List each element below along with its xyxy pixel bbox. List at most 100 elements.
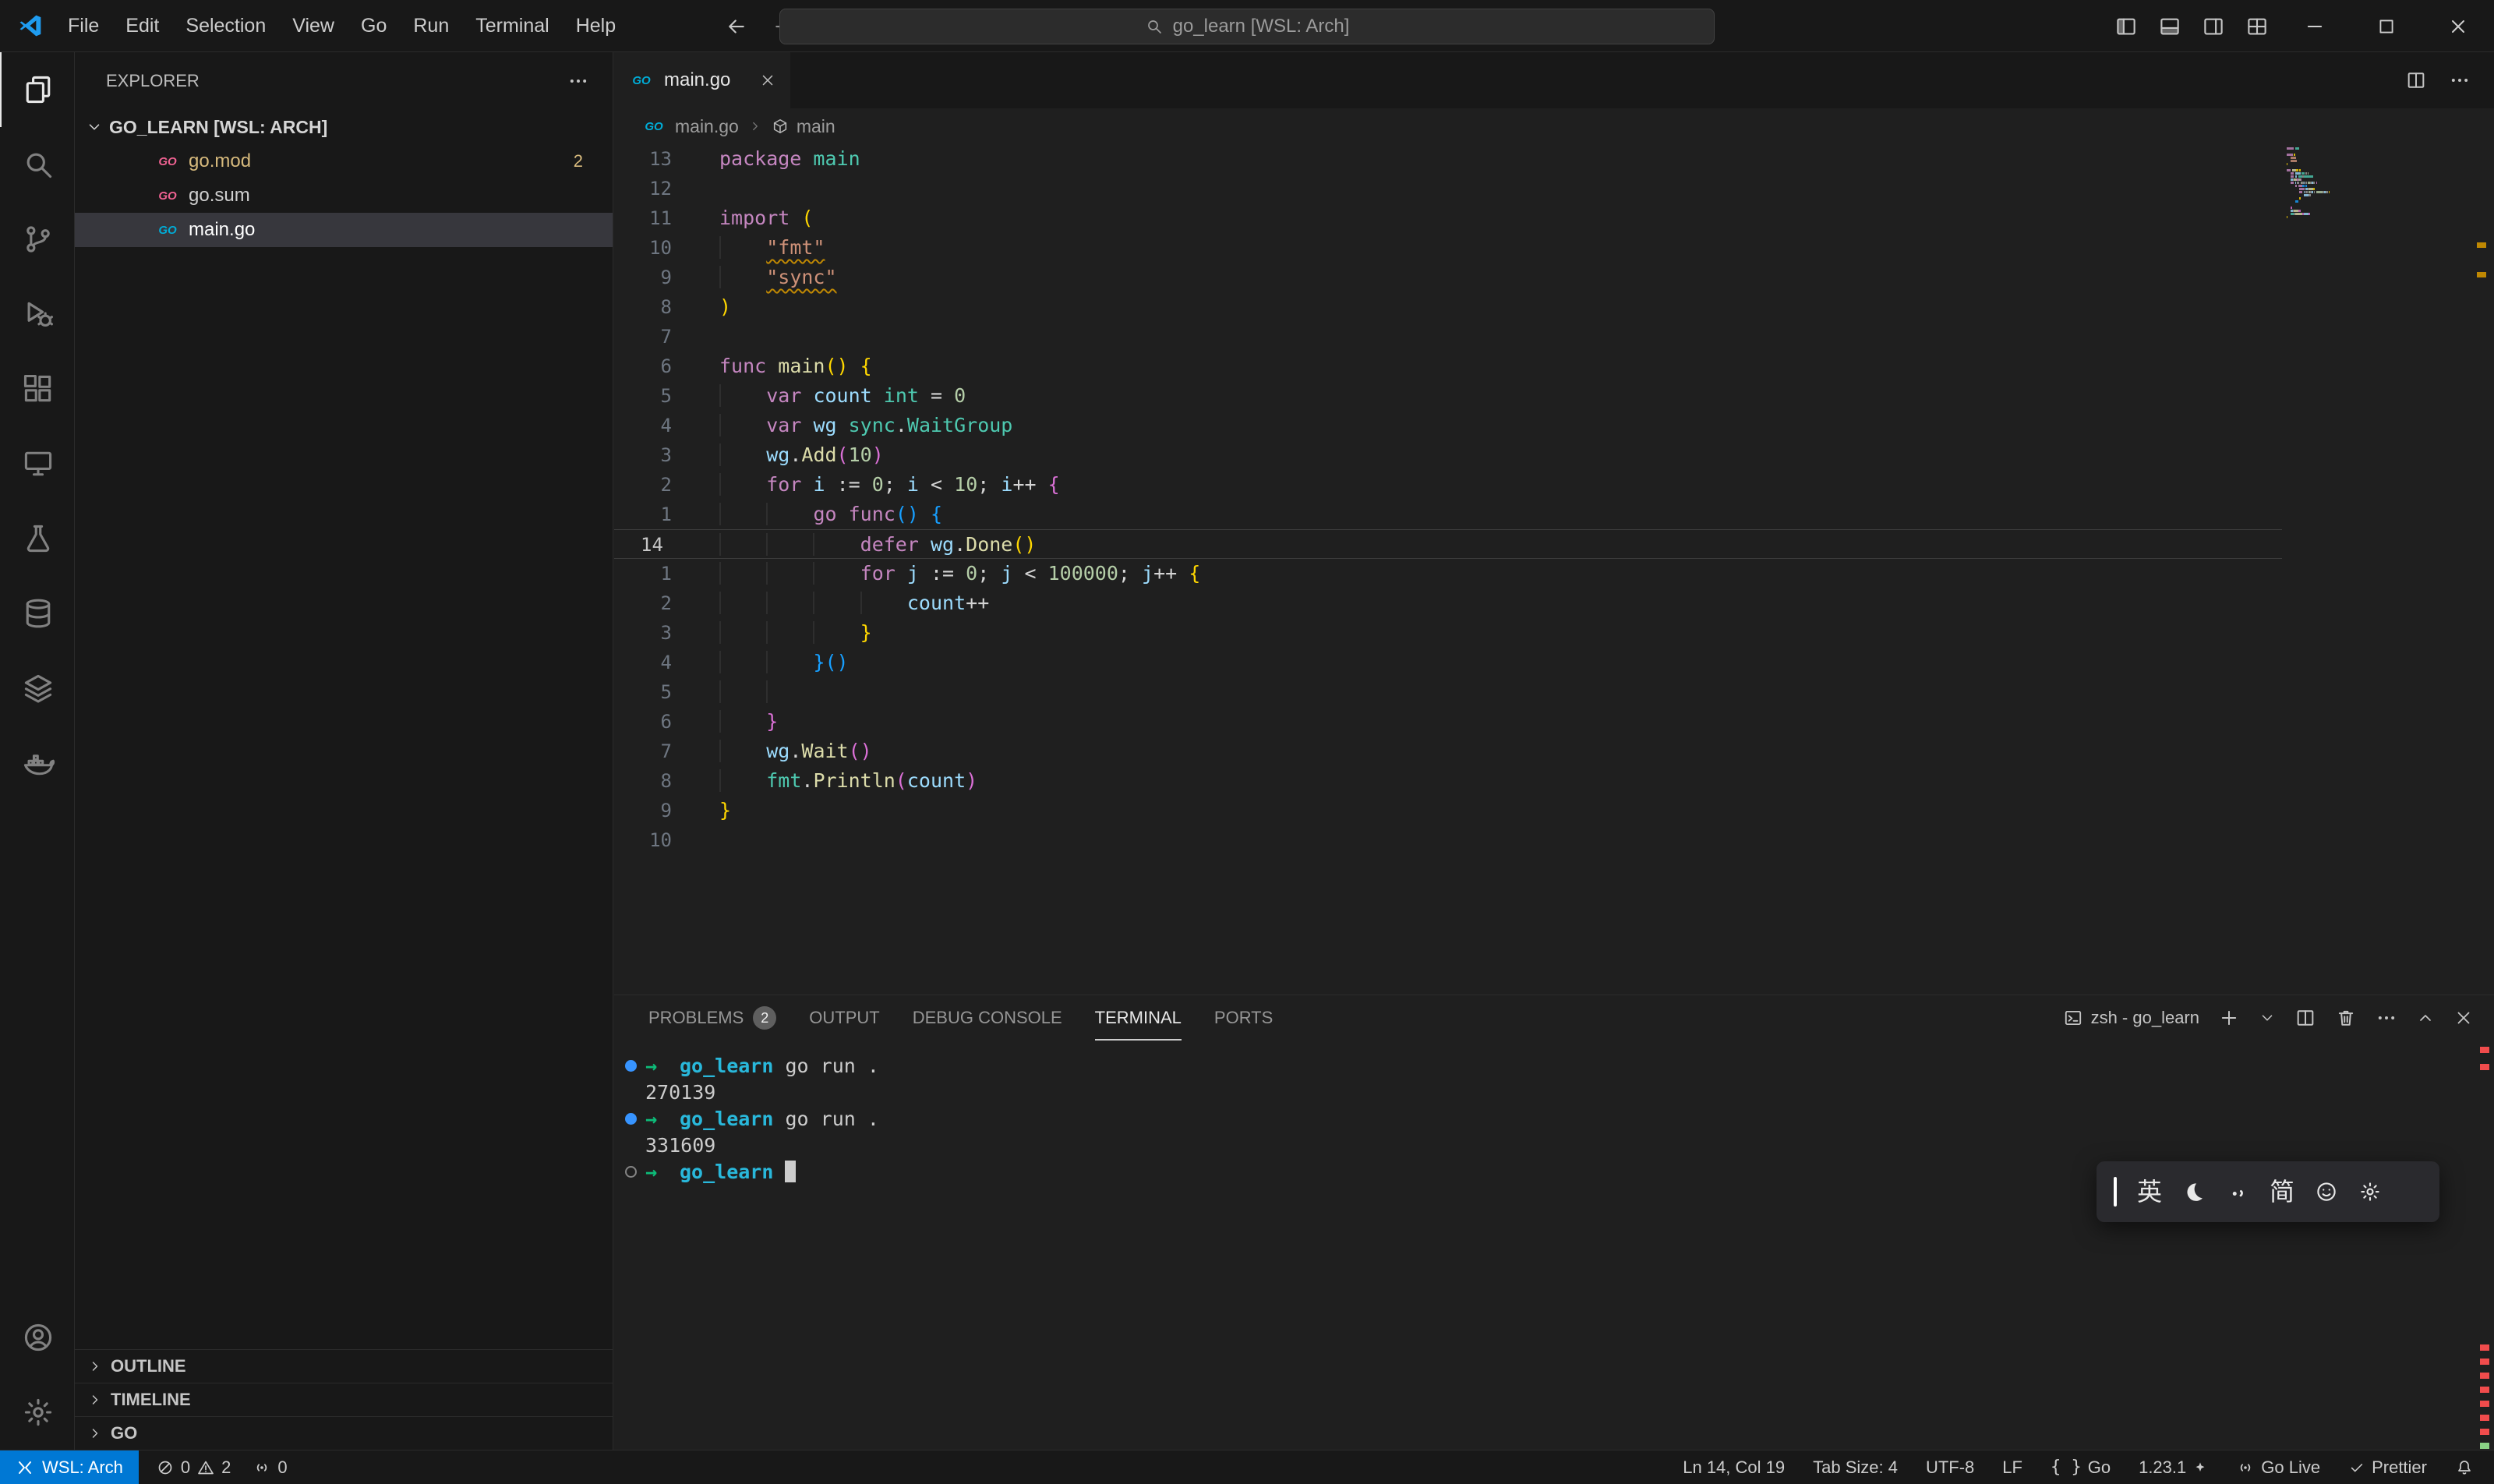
- back-arrow-icon[interactable]: [725, 0, 748, 52]
- code-line[interactable]: 7 wg.Wait(): [614, 737, 2282, 766]
- remote-indicator[interactable]: WSL: Arch: [0, 1450, 139, 1484]
- file-go.mod[interactable]: GOgo.mod2: [75, 144, 613, 178]
- maximize-button[interactable]: [2351, 0, 2422, 52]
- activity-extensions-icon[interactable]: [0, 352, 74, 426]
- code-line[interactable]: 3 wg.Add(10): [614, 440, 2282, 470]
- code-line[interactable]: 5 var count int = 0: [614, 381, 2282, 411]
- go-version[interactable]: 1.23.1: [2139, 1458, 2208, 1478]
- close-button[interactable]: [2422, 0, 2494, 52]
- split-editor-icon[interactable]: [2405, 69, 2427, 91]
- menu-edit[interactable]: Edit: [112, 0, 172, 51]
- terminal-instance[interactable]: zsh - go_learn: [2063, 1008, 2199, 1028]
- sidebar-section-go[interactable]: GO: [75, 1416, 613, 1450]
- activity-source-control-icon[interactable]: [0, 202, 74, 277]
- code-line[interactable]: 8): [614, 292, 2282, 322]
- menu-view[interactable]: View: [279, 0, 348, 51]
- code-line[interactable]: 4 var wg sync.WaitGroup: [614, 411, 2282, 440]
- menu-selection[interactable]: Selection: [172, 0, 279, 51]
- code-line[interactable]: 12: [614, 174, 2282, 203]
- eol-sequence[interactable]: LF: [2002, 1458, 2022, 1478]
- code-line[interactable]: 6func main() {: [614, 352, 2282, 381]
- code-line[interactable]: 8 fmt.Println(count): [614, 766, 2282, 796]
- toggle-panel-icon[interactable]: [2148, 0, 2192, 52]
- tab-main-go[interactable]: GO main.go: [614, 52, 790, 108]
- menu-file[interactable]: File: [55, 0, 112, 51]
- formatter-status[interactable]: Prettier: [2348, 1458, 2427, 1478]
- panel-tab-terminal[interactable]: TERMINAL: [1095, 995, 1182, 1041]
- explorer-more-actions-icon[interactable]: [567, 70, 589, 92]
- panel-tab-debug-console[interactable]: DEBUG CONSOLE: [913, 995, 1062, 1041]
- code-lines[interactable]: 13package main1211import (10 "fmt"9 "syn…: [614, 144, 2494, 855]
- emoji-icon[interactable]: [2315, 1180, 2338, 1203]
- code-line[interactable]: 9}: [614, 796, 2282, 825]
- command-center-search[interactable]: go_learn [WSL: Arch]: [779, 9, 1715, 44]
- activity-accounts-icon[interactable]: [0, 1300, 74, 1375]
- command-decoration-icon[interactable]: [625, 1060, 637, 1072]
- kill-terminal-icon[interactable]: [2335, 1007, 2357, 1029]
- punctuation-icon[interactable]: [2226, 1180, 2249, 1203]
- ime-english-mode-button[interactable]: 英: [2137, 1179, 2162, 1204]
- more-actions-icon[interactable]: [2449, 69, 2471, 91]
- encoding[interactable]: UTF-8: [1926, 1458, 1974, 1478]
- code-line[interactable]: 3 }: [614, 618, 2282, 648]
- code-line[interactable]: 7: [614, 322, 2282, 352]
- activity-layers-icon[interactable]: [0, 651, 74, 726]
- menu-run[interactable]: Run: [400, 0, 462, 51]
- gear-icon[interactable]: [2358, 1180, 2382, 1203]
- activity-explorer-icon[interactable]: [0, 52, 74, 127]
- code-line[interactable]: 9 "sync": [614, 263, 2282, 292]
- explorer-root-folder[interactable]: GO_LEARN [WSL: ARCH]: [75, 110, 613, 144]
- panel-tab-problems[interactable]: PROBLEMS2: [648, 995, 776, 1041]
- code-line[interactable]: 2 count++: [614, 588, 2282, 618]
- code-line[interactable]: 10 "fmt": [614, 233, 2282, 263]
- close-panel-icon[interactable]: [2453, 1008, 2474, 1028]
- maximize-panel-icon[interactable]: [2416, 1009, 2435, 1027]
- split-terminal-icon[interactable]: [2294, 1007, 2316, 1029]
- file-main.go[interactable]: GOmain.go: [75, 213, 613, 247]
- problems-status[interactable]: 0 2: [156, 1458, 231, 1478]
- terminal-dropdown-icon[interactable]: [2259, 1009, 2276, 1026]
- code-line[interactable]: 4 }(): [614, 648, 2282, 677]
- code-line[interactable]: 5: [614, 677, 2282, 707]
- code-line[interactable]: 11import (: [614, 203, 2282, 233]
- menu-go[interactable]: Go: [348, 0, 400, 51]
- panel-tab-output[interactable]: OUTPUT: [809, 995, 879, 1041]
- code-line[interactable]: 6 }: [614, 707, 2282, 737]
- code-line-current[interactable]: 14 defer wg.Done(): [614, 529, 2282, 559]
- terminal-output[interactable]: →go_learn go run .270139→go_learn go run…: [614, 1053, 2463, 1450]
- customize-layout-icon[interactable]: [2235, 0, 2279, 52]
- cursor-position[interactable]: Ln 14, Col 19: [1683, 1458, 1785, 1478]
- sidebar-section-timeline[interactable]: TIMELINE: [75, 1383, 613, 1416]
- command-decoration-icon[interactable]: [625, 1113, 637, 1125]
- code-area[interactable]: 13package main1211import (10 "fmt"9 "syn…: [614, 144, 2494, 995]
- activity-database-icon[interactable]: [0, 576, 74, 651]
- activity-docker-icon[interactable]: [0, 726, 74, 800]
- breadcrumb-file[interactable]: main.go: [675, 116, 739, 137]
- panel-tab-ports[interactable]: PORTS: [1214, 995, 1273, 1041]
- command-decoration-icon[interactable]: [625, 1166, 637, 1178]
- file-go.sum[interactable]: GOgo.sum: [75, 178, 613, 213]
- code-line[interactable]: 1 for j := 0; j < 100000; j++ {: [614, 559, 2282, 588]
- minimize-button[interactable]: [2279, 0, 2351, 52]
- code-line[interactable]: 2 for i := 0; i < 10; i++ {: [614, 470, 2282, 500]
- toggle-secondary-sidebar-icon[interactable]: [2192, 0, 2235, 52]
- code-line[interactable]: 10: [614, 825, 2282, 855]
- activity-settings-icon[interactable]: [0, 1375, 74, 1450]
- activity-search-icon[interactable]: [0, 127, 74, 202]
- code-line[interactable]: 1 go func() {: [614, 500, 2282, 529]
- menu-help[interactable]: Help: [563, 0, 629, 51]
- language-mode[interactable]: { } Go: [2051, 1458, 2111, 1478]
- tab-close-icon[interactable]: [759, 72, 776, 89]
- new-terminal-icon[interactable]: [2218, 1007, 2240, 1029]
- breadcrumb-symbol[interactable]: main: [797, 116, 835, 137]
- bell-icon[interactable]: [2455, 1458, 2474, 1477]
- activity-remote-explorer-icon[interactable]: [0, 426, 74, 501]
- indentation[interactable]: Tab Size: 4: [1813, 1458, 1898, 1478]
- ime-simplified-chinese-button[interactable]: 简: [2270, 1179, 2294, 1204]
- toggle-sidebar-icon[interactable]: [2104, 0, 2148, 52]
- activity-testing-icon[interactable]: [0, 501, 74, 576]
- menu-terminal[interactable]: Terminal: [462, 0, 562, 51]
- code-line[interactable]: 13package main: [614, 144, 2282, 174]
- panel-more-actions-icon[interactable]: [2376, 1007, 2397, 1029]
- ports-status[interactable]: 0: [253, 1458, 287, 1478]
